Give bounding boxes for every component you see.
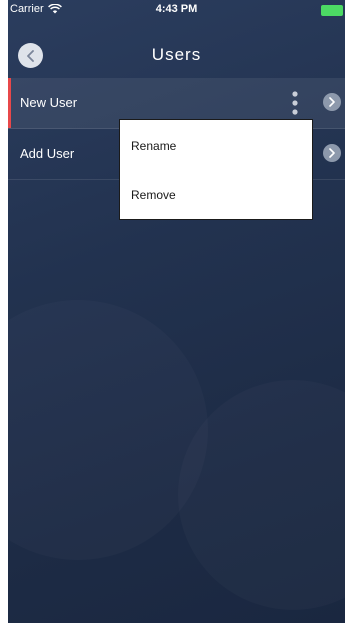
users-screen: Carrier 4:43 PM Users New User Add User …	[8, 0, 345, 623]
chevron-right-icon	[329, 148, 335, 158]
chevron-right-icon	[329, 97, 335, 107]
background-decoration	[8, 300, 208, 560]
status-time: 4:43 PM	[155, 3, 198, 15]
rename-menu-item[interactable]: Rename	[131, 139, 176, 153]
battery-icon	[321, 5, 343, 16]
chevron-right-button[interactable]	[323, 93, 341, 111]
status-bar: Carrier 4:43 PM	[8, 0, 345, 20]
list-item-label: New User	[20, 95, 78, 110]
navigation-bar: Users	[8, 20, 345, 78]
chevron-right-button[interactable]	[323, 144, 341, 162]
list-item-label: Add User	[20, 146, 75, 161]
context-menu: Rename Remove	[119, 119, 313, 220]
more-vertical-icon[interactable]	[288, 90, 302, 116]
page-title: Users	[151, 45, 202, 64]
remove-menu-item[interactable]: Remove	[131, 188, 176, 202]
